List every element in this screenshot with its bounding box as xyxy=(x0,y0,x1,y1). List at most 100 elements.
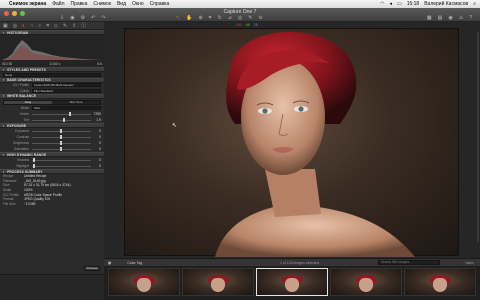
tab-color-icon[interactable]: ◐ xyxy=(22,23,25,29)
styles-select[interactable]: None xyxy=(3,72,101,77)
slider-value[interactable]: 0 xyxy=(91,129,101,133)
pointer-icon[interactable]: ↖ xyxy=(176,15,180,21)
menu-window[interactable]: Окно xyxy=(132,1,144,7)
adjustment-slider[interactable] xyxy=(32,158,91,162)
menu-file[interactable]: Файл xyxy=(52,1,64,7)
slider-knob[interactable] xyxy=(60,141,63,145)
picker-icon[interactable]: ⊙ xyxy=(258,15,262,21)
volume-icon[interactable]: ◂ xyxy=(389,1,392,7)
slider-knob[interactable] xyxy=(33,158,36,162)
summary-value: sRGB Color Space Profile xyxy=(24,192,63,197)
viewer-scrollbar[interactable] xyxy=(477,32,479,242)
warning-icon[interactable]: ⚠ xyxy=(459,15,463,21)
kelvin-slider[interactable] xyxy=(32,112,91,116)
import-icon[interactable]: ⇩ xyxy=(60,15,64,21)
tab-metadata-icon[interactable]: ⓘ xyxy=(81,22,86,29)
adjustment-slider[interactable] xyxy=(32,164,91,168)
thumbnail[interactable] xyxy=(182,268,254,296)
icc-select[interactable]: Canon EOS-5D Mark Generic xyxy=(32,83,101,88)
process-icon[interactable]: ⚙ xyxy=(81,15,85,21)
crop-icon[interactable]: ⌗ xyxy=(209,15,212,21)
spot-icon[interactable]: ◎ xyxy=(238,15,242,21)
menu-app[interactable]: Снимок экрана xyxy=(9,1,46,7)
adjustment-slider[interactable] xyxy=(32,129,91,133)
thumbnail[interactable] xyxy=(108,268,180,296)
keystone-icon[interactable]: ⊿ xyxy=(228,15,232,21)
thumb-face xyxy=(211,278,225,292)
summary-value: _MG_6149.jpg xyxy=(24,178,46,183)
filmstrip xyxy=(104,266,480,300)
slider-value[interactable]: 0 xyxy=(91,147,101,151)
tab-output-icon[interactable]: ⇪ xyxy=(72,23,76,29)
adjustment-slider[interactable] xyxy=(32,135,91,139)
tab-composition-icon[interactable]: ⌗ xyxy=(46,23,49,29)
rotate-icon[interactable]: ↻ xyxy=(217,15,221,21)
portrait-photo[interactable] xyxy=(124,28,459,257)
slider-label: Shadow xyxy=(17,158,29,162)
menu-view[interactable]: Вид xyxy=(117,1,126,7)
grid-view-icon[interactable]: ▦ xyxy=(427,15,432,21)
eye-icon[interactable]: ◉ xyxy=(448,15,452,21)
slider-knob[interactable] xyxy=(68,112,71,116)
search-icon[interactable]: ⌕ xyxy=(473,1,476,7)
slider-value[interactable]: 0 xyxy=(91,135,101,139)
color-tag-filter[interactable]: Color Tag xyxy=(127,261,142,265)
summary-value: 100% xyxy=(24,188,33,193)
filter-search-input[interactable]: Search filter images xyxy=(378,260,440,265)
clock[interactable]: 15:18 xyxy=(407,1,420,7)
slider-knob[interactable] xyxy=(60,135,63,139)
image-viewer[interactable]: 242 49 25 ↖ xyxy=(104,22,480,258)
wifi-icon[interactable]: ◠ xyxy=(380,1,384,7)
adjustment-slider[interactable] xyxy=(32,141,91,145)
wb-mode-select[interactable]: Shot xyxy=(32,106,101,111)
thumbnail[interactable] xyxy=(330,268,402,296)
menu-help[interactable]: Справка xyxy=(150,1,170,7)
tab-exposure-icon[interactable]: ◔ xyxy=(30,23,33,29)
tab-skin-tone[interactable]: Skin Tone xyxy=(52,100,100,104)
undo-icon[interactable]: ↶ xyxy=(91,15,95,21)
shutter-value: 1/160 s xyxy=(49,62,61,66)
section-title: HIGH DYNAMIC RANGE xyxy=(7,152,47,157)
slider-value[interactable]: 0 xyxy=(91,141,101,145)
tab-capture-icon[interactable]: ◎ xyxy=(13,23,17,29)
tab-details-icon[interactable]: ◇ xyxy=(54,23,58,29)
filmstrip-toggle-icon[interactable]: ▦ xyxy=(108,261,111,265)
slider-value[interactable]: 0 xyxy=(91,158,101,162)
browser-icon[interactable]: ▤ xyxy=(438,15,443,21)
slider-knob[interactable] xyxy=(33,164,36,168)
menu-image[interactable]: Снимок xyxy=(93,1,111,7)
slider-knob[interactable] xyxy=(60,147,63,151)
summary-value: 67,31 x 31,79 cm (5616 x 3744) xyxy=(24,183,71,188)
help-icon[interactable]: ? xyxy=(469,15,472,21)
thumbnail-selected[interactable] xyxy=(256,268,328,296)
thumb-face xyxy=(285,278,299,292)
hand-icon[interactable]: ✋ xyxy=(186,15,192,21)
slider-knob[interactable] xyxy=(60,129,63,133)
tab-lens-icon[interactable]: ○ xyxy=(38,23,41,29)
summary-value: ~13 MB xyxy=(24,201,36,206)
curve-select[interactable]: Film Standard xyxy=(32,88,101,93)
user-name[interactable]: Валерий Касмасов xyxy=(424,1,468,7)
slider-value[interactable]: 0 xyxy=(91,164,101,168)
battery-icon[interactable]: ▭ xyxy=(397,1,402,7)
redo-icon[interactable]: ↷ xyxy=(101,15,105,21)
adjustment-slider[interactable] xyxy=(32,147,91,151)
mac-menubar: Снимок экрана Файл Правка Снимок Вид Окн… xyxy=(0,0,480,8)
menu-edit[interactable]: Правка xyxy=(70,1,87,7)
zoom-tool-icon[interactable]: ⊕ xyxy=(198,15,202,21)
slider-knob[interactable] xyxy=(62,118,65,122)
sort-select[interactable]: Name xyxy=(465,261,474,265)
slider-label: Contrast xyxy=(16,135,29,139)
kelvin-value[interactable]: 7290 xyxy=(91,112,101,116)
tint-value[interactable]: 1.9 xyxy=(91,118,101,122)
tab-library-icon[interactable]: ▣ xyxy=(3,23,8,29)
brush-icon[interactable]: ✎ xyxy=(248,15,252,21)
thumbnail[interactable] xyxy=(404,268,476,296)
tab-gray[interactable]: Gray xyxy=(4,100,52,104)
section-wb-header[interactable]: ▼ WHITE BALANCE xyxy=(0,93,104,99)
tint-slider[interactable] xyxy=(32,118,91,122)
tab-local-icon[interactable]: ✎ xyxy=(63,23,67,29)
summary-label: Format xyxy=(3,197,14,202)
process-button[interactable]: Process xyxy=(84,266,100,271)
capture-icon[interactable]: ◉ xyxy=(70,15,74,21)
